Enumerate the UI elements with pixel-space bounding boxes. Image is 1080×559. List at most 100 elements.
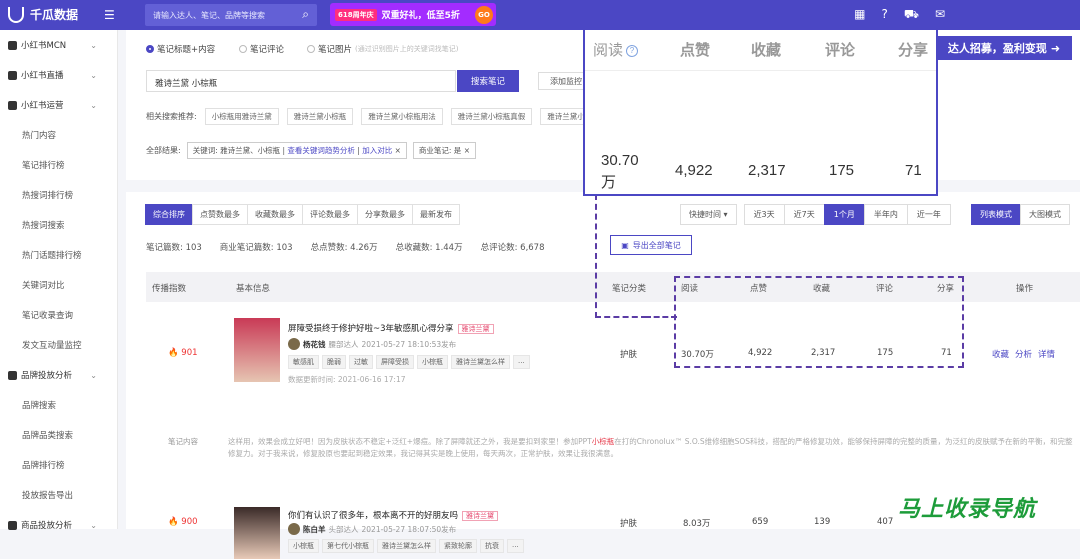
menu-toggle-icon[interactable]: ☰: [104, 8, 115, 22]
chevron-down-icon[interactable]: ⌄: [90, 371, 97, 380]
keyword-input[interactable]: 雅诗兰黛 小棕瓶: [146, 70, 456, 92]
highlight-connector: [645, 316, 677, 318]
note-tag[interactable]: 第七代小棕瓶: [322, 539, 374, 553]
sidebar-item[interactable]: 笔记收录查询: [0, 300, 117, 330]
time-range-option[interactable]: 近一年: [906, 204, 951, 225]
related-search-tag[interactable]: 雅诗兰黛小棕瓶: [286, 108, 354, 125]
more-tags-button[interactable]: ...: [507, 539, 524, 553]
sidebar-item-label: 小红书MCN: [21, 41, 67, 51]
sidebar-item[interactable]: 品牌搜索: [0, 390, 117, 420]
sidebar-item[interactable]: 小红书MCN ⌄: [0, 30, 117, 60]
popup-value-reads: 30.70万: [601, 152, 639, 191]
sidebar-item[interactable]: 小红书直播 ⌄: [0, 60, 117, 90]
mail-icon[interactable]: ✉: [935, 7, 945, 23]
note-tag[interactable]: 雅诗兰黛怎么样: [377, 539, 436, 553]
sidebar-item[interactable]: 商品投放分析 ⌄: [0, 510, 117, 540]
sidebar-item[interactable]: 热搜词排行榜: [0, 180, 117, 210]
note-tag[interactable]: 雅诗兰黛怎么样: [451, 355, 510, 369]
chevron-down-icon[interactable]: ⌄: [90, 101, 97, 110]
grid-mode-button[interactable]: 大图模式: [1020, 204, 1070, 225]
info-icon[interactable]: ?: [626, 45, 639, 58]
recruit-button[interactable]: 达人招募，盈利变现 ➜: [936, 36, 1072, 60]
detail-link[interactable]: 详情: [1038, 348, 1055, 360]
popup-divider: [585, 70, 936, 71]
sort-tab[interactable]: 评论数最多: [302, 204, 358, 225]
note-tag[interactable]: 小棕瓶: [288, 539, 319, 553]
chevron-down-icon[interactable]: ⌄: [90, 71, 97, 80]
sidebar-item[interactable]: 品牌投放分析 ⌄: [0, 360, 117, 390]
sidebar-item[interactable]: 热搜词搜索: [0, 210, 117, 240]
sort-tab[interactable]: 点赞数最多: [192, 204, 248, 225]
sidebar-item[interactable]: 发文互动量监控: [0, 330, 117, 360]
note-tag[interactable]: 脆弱: [322, 355, 346, 369]
search-notes-button[interactable]: 搜索笔记: [457, 70, 519, 92]
sidebar-item[interactable]: 关键词对比: [0, 270, 117, 300]
keyword-filter-chip[interactable]: 关键词: 雅诗兰黛、小棕瓶 | 查看关键词趋势分析 | 加入对比 ×: [186, 142, 407, 159]
app-logo[interactable]: 千瓜数据: [8, 6, 78, 23]
time-dropdown[interactable]: 快捷时间 ▾: [680, 204, 737, 225]
author-info[interactable]: 杨花钱 腰部达人 2021-05-27 18:10:53发布: [288, 338, 456, 350]
sort-tab[interactable]: 分享数最多: [357, 204, 413, 225]
chip-text: 商业笔记: 是: [418, 146, 462, 155]
note-title[interactable]: 屏障受损终于修护好啦~3年敏感肌心得分享 雅诗兰黛: [288, 322, 494, 334]
summary-stats: 笔记篇数: 103 商业笔记篇数: 103 总点赞数: 4.26万 总收藏数: …: [146, 241, 545, 253]
radio-title-content[interactable]: 笔记标题+内容: [146, 43, 215, 55]
global-search-input[interactable]: 请输入达人、笔记、品牌等搜索 ⌕: [145, 4, 317, 26]
more-tags-button[interactable]: ...: [513, 355, 530, 369]
sidebar-item[interactable]: 投放报告导出: [0, 480, 117, 510]
sidebar-item[interactable]: 笔记排行榜: [0, 150, 117, 180]
sidebar-item-label: 热搜词搜索: [22, 221, 65, 231]
avatar: [288, 523, 300, 535]
search-icon[interactable]: ⌕: [302, 7, 309, 22]
time-range-option[interactable]: 近3天: [743, 204, 785, 225]
promo-go-button[interactable]: GO: [475, 5, 493, 24]
note-tag[interactable]: 屏障受损: [376, 355, 414, 369]
chevron-down-icon[interactable]: ⌄: [90, 521, 97, 530]
stat-likes: 总点赞数: 4.26万: [310, 243, 378, 253]
radio-image[interactable]: 笔记图片 (通过识别图片上的关键词找笔记): [307, 43, 458, 55]
collect-link[interactable]: 收藏: [992, 348, 1009, 360]
radio-comment[interactable]: 笔记评论: [239, 43, 284, 55]
add-compare-link[interactable]: 加入对比: [362, 146, 392, 155]
note-tag[interactable]: 小棕瓶: [417, 355, 448, 369]
time-range-option[interactable]: 近7天: [783, 204, 825, 225]
col-ops: 操作: [1016, 284, 1034, 294]
author-level: 腰部达人: [328, 339, 359, 349]
sidebar-item[interactable]: 小红书运营 ⌄: [0, 90, 117, 120]
note-tag[interactable]: 抗衰: [480, 539, 504, 553]
chevron-down-icon[interactable]: ⌄: [90, 41, 97, 50]
time-range-option[interactable]: 半年内: [863, 204, 908, 225]
help-icon[interactable]: ?: [881, 7, 887, 23]
note-title[interactable]: 你们有认识了很多年，根本离不开的好朋友吗 雅诗兰黛: [288, 509, 499, 521]
note-tag[interactable]: 紧致轮廓: [439, 539, 477, 553]
col-spread[interactable]: 传播指数: [152, 282, 186, 294]
note-tag[interactable]: 过敏: [349, 355, 373, 369]
related-search-tag[interactable]: 雅诗兰黛小棕瓶真假: [450, 108, 533, 125]
note-thumbnail[interactable]: [234, 507, 280, 559]
sidebar-item-label: 品牌品类搜索: [22, 431, 74, 441]
trend-analysis-link[interactable]: 查看关键词趋势分析: [287, 146, 355, 155]
apps-grid-icon[interactable]: ▦: [854, 7, 865, 23]
radio-dot: [307, 45, 315, 53]
content-label: 笔记内容: [168, 437, 198, 446]
sidebar-item[interactable]: 热门内容: [0, 120, 117, 150]
sidebar-item[interactable]: 品牌排行榜: [0, 450, 117, 480]
related-search-tag[interactable]: 小棕瓶用雅诗兰黛: [204, 108, 279, 125]
note-tag[interactable]: 敏感肌: [288, 355, 319, 369]
sort-tab[interactable]: 最新发布: [412, 204, 460, 225]
heat-value: 901: [181, 348, 198, 358]
sort-tab[interactable]: 收藏数最多: [247, 204, 303, 225]
analyze-link[interactable]: 分析: [1015, 348, 1032, 360]
time-range-option[interactable]: 1个月: [823, 204, 865, 225]
promo-banner[interactable]: 618周年庆 双重好礼，低至5折 GO: [330, 3, 496, 26]
note-thumbnail[interactable]: [234, 318, 280, 382]
related-search-tag[interactable]: 雅诗兰黛小棕瓶用法: [361, 108, 443, 125]
sort-tab[interactable]: 综合排序: [145, 204, 193, 225]
business-filter-chip[interactable]: 商业笔记: 是 ×: [412, 142, 476, 159]
cart-icon[interactable]: ⛟: [904, 7, 919, 23]
sidebar-item[interactable]: 品牌品类搜索: [0, 420, 117, 450]
popup-value-shares: 71: [905, 162, 922, 179]
list-mode-button[interactable]: 列表模式: [971, 204, 1021, 225]
author-info[interactable]: 陈白羊 头部达人 2021-05-27 18:07:50发布: [288, 523, 456, 535]
sidebar-item[interactable]: 热门话题排行榜: [0, 240, 117, 270]
